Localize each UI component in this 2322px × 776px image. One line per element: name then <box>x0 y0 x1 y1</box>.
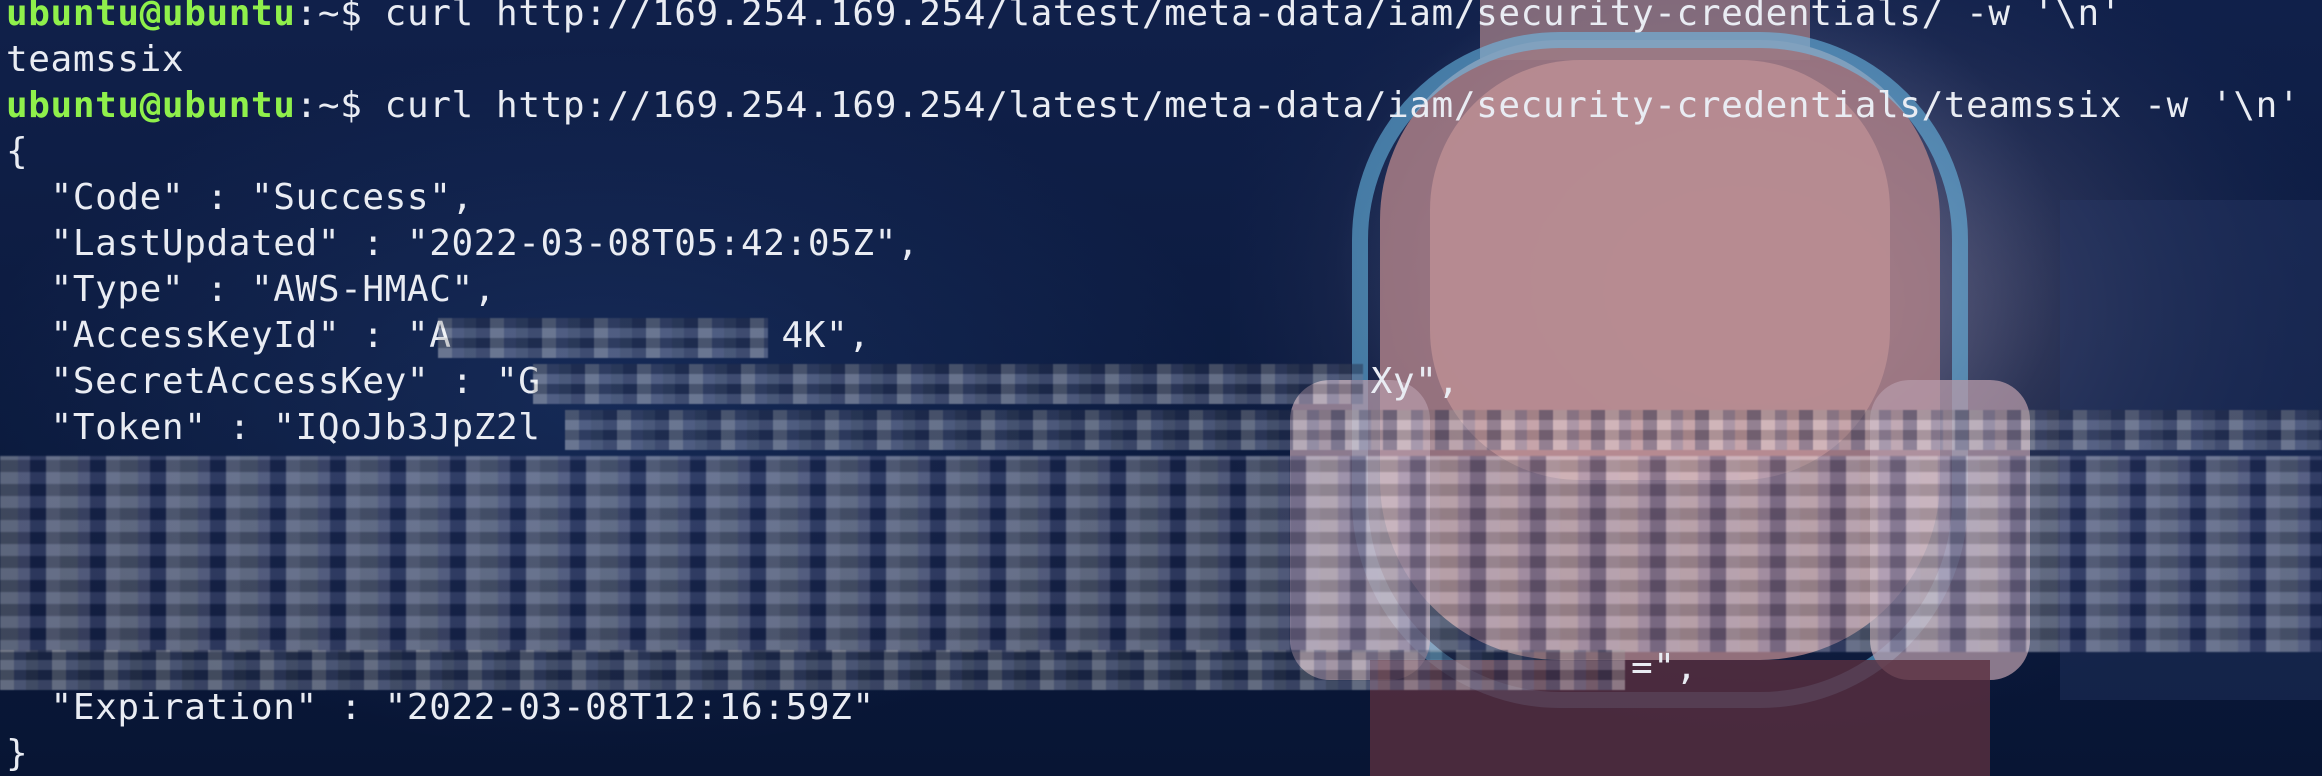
secret-key-suffix: Xy", <box>1370 361 1460 402</box>
prompt-path: :~$ <box>295 85 385 126</box>
redacted-token-head <box>565 410 2322 450</box>
redacted-secret-key <box>533 364 1363 404</box>
json-last-updated-line: "LastUpdated" : "2022-03-08T05:42:05Z", <box>6 223 920 264</box>
prompt-path: :~$ <box>295 0 385 34</box>
json-close-brace: } <box>6 733 29 774</box>
prompt-user: ubuntu@ubuntu <box>6 85 296 126</box>
access-key-suffix: 4K", <box>781 315 871 356</box>
redacted-token-body <box>0 456 2322 652</box>
json-type-line: "Type" : "AWS-HMAC", <box>6 269 497 310</box>
command-text: curl http://169.254.169.254/latest/meta-… <box>384 85 2301 126</box>
json-code-line: "Code" : "Success", <box>6 177 474 218</box>
terminal-output-line: teamssix <box>6 39 185 80</box>
access-key-prefix: "AccessKeyId" : "A <box>6 315 452 356</box>
json-token-line: "Token" : "IQoJb3JpZ2l <box>6 407 541 448</box>
terminal-line-3: ubuntu@ubuntu:~$ curl http://169.254.169… <box>6 84 2300 128</box>
json-expiration-line: "Expiration" : "2022-03-08T12:16:59Z" <box>6 687 875 728</box>
redacted-access-key <box>438 318 768 358</box>
redacted-token-tail <box>0 650 1625 690</box>
terminal-window[interactable]: ubuntu@ubuntu:~$ curl http://169.254.169… <box>0 0 2322 776</box>
command-text: curl http://169.254.169.254/latest/meta-… <box>384 0 2123 34</box>
terminal-line-1: ubuntu@ubuntu:~$ curl http://169.254.169… <box>6 0 2122 36</box>
token-end: =", <box>1631 647 1698 688</box>
json-open-brace: { <box>6 131 29 172</box>
prompt-user: ubuntu@ubuntu <box>6 0 296 34</box>
secret-key-prefix: "SecretAccessKey" : "G <box>6 361 541 402</box>
